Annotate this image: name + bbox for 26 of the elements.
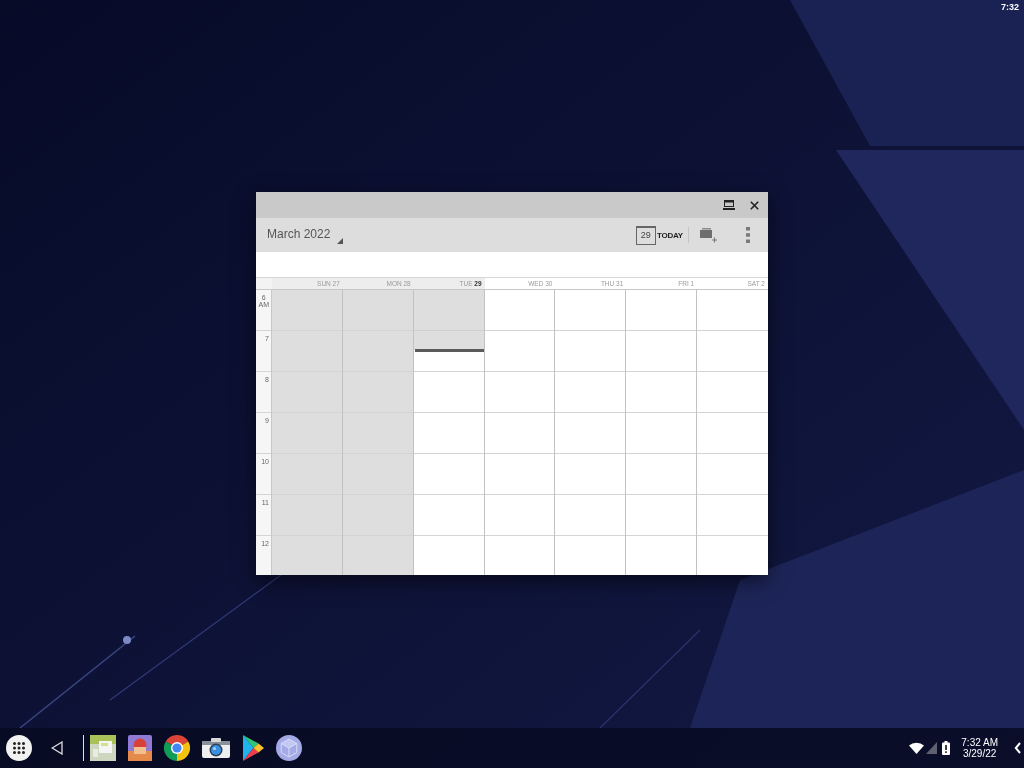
close-icon[interactable] [750, 200, 759, 210]
wifi-icon[interactable] [909, 742, 925, 754]
dropdown-triangle-icon [337, 237, 344, 244]
document-tile-icon[interactable] [90, 735, 116, 761]
more-icon[interactable] [746, 227, 750, 243]
camera-icon[interactable] [202, 738, 230, 758]
past-time-shade [413, 290, 484, 350]
current-time-line [414, 349, 484, 352]
window-mode-icon[interactable] [723, 200, 735, 210]
app-launcher-icon[interactable] [6, 735, 32, 761]
battery-alert-icon[interactable] [942, 741, 951, 755]
round-logo-icon[interactable] [164, 735, 190, 761]
cube-sphere-icon[interactable] [276, 735, 302, 761]
tray-time: 7:32 AM [961, 737, 998, 748]
signal-icon[interactable] [926, 742, 938, 754]
calendar-date-badge: 29 [635, 225, 656, 245]
chevron-left-icon[interactable] [1014, 742, 1021, 754]
play-triangle-icon[interactable] [242, 735, 264, 761]
clock-label: 7:32 [1001, 2, 1019, 13]
today-button[interactable]: 29 TODAY [635, 225, 683, 245]
month-dropdown[interactable]: March 2022 [267, 226, 344, 244]
game-tile-icon[interactable] [128, 735, 152, 761]
back-icon[interactable] [51, 741, 63, 755]
tray-date: 3/29/22 [962, 748, 997, 759]
calendar-add-icon[interactable] [700, 227, 717, 243]
glow-dot [123, 636, 131, 644]
